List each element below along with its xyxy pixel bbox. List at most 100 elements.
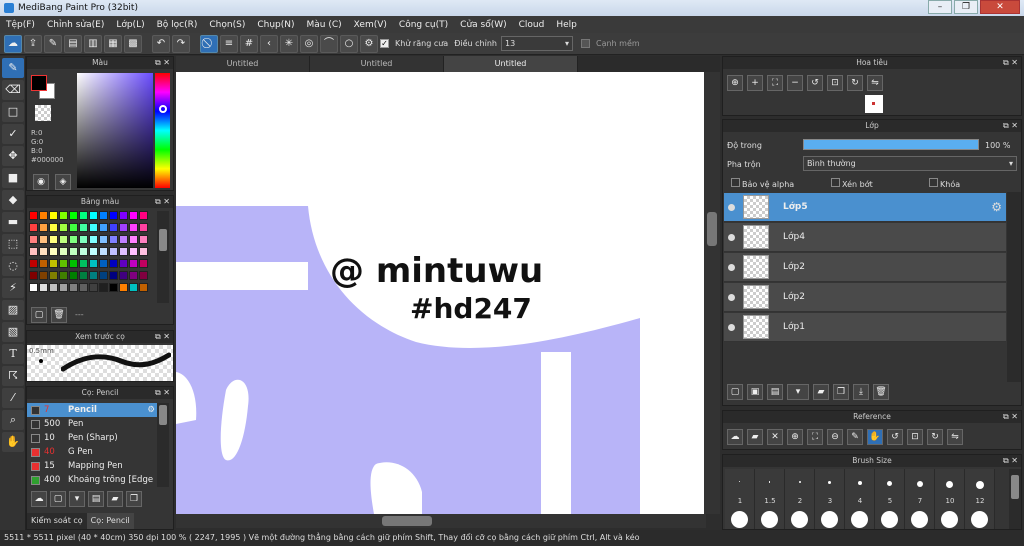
menu-help[interactable]: Help [550, 20, 583, 30]
menu-view[interactable]: Xem(V) [348, 20, 393, 30]
palette-swatch[interactable] [29, 211, 38, 220]
panel-close-icon[interactable]: ⧉ ✕ [155, 57, 170, 69]
palette-swatch[interactable] [89, 247, 98, 256]
visibility-eye-icon[interactable] [728, 263, 735, 271]
duplicate-layer-icon[interactable]: ❐ [833, 384, 849, 400]
protect-alpha-checkbox[interactable] [731, 178, 740, 187]
palette-swatch[interactable] [129, 259, 138, 268]
vertical-scroll-thumb[interactable] [707, 212, 717, 246]
brush-copy-icon[interactable]: ▤ [88, 491, 104, 507]
layer-row[interactable]: Lớp4 [724, 223, 1006, 252]
palette-swatch[interactable] [69, 259, 78, 268]
lock-checkbox[interactable] [929, 178, 938, 187]
brush-item-pen[interactable]: 500 Pen [27, 417, 157, 431]
palette-swatch[interactable] [29, 259, 38, 268]
layer-row[interactable]: Lớp2 [724, 253, 1006, 282]
palette-swatch[interactable] [79, 211, 88, 220]
menu-filter[interactable]: Bộ lọc(R) [151, 20, 204, 30]
palette-swatch[interactable] [39, 235, 48, 244]
palette-swatch[interactable] [129, 283, 138, 292]
chat-icon[interactable]: ▤ [64, 34, 82, 53]
palette-swatch[interactable] [39, 283, 48, 292]
menu-snap[interactable]: Chụp(N) [251, 20, 300, 30]
canvas-horizontal-scrollbar[interactable] [176, 514, 706, 528]
ref-fit-window-icon[interactable]: ⊡ [907, 429, 923, 445]
palette-swatch[interactable] [109, 283, 118, 292]
layer-scrollbar[interactable] [1007, 192, 1021, 382]
adjust-select[interactable]: 13 [500, 36, 573, 51]
palette-swatch[interactable] [79, 223, 88, 232]
grid-icon[interactable]: ▩ [124, 34, 142, 53]
palette-swatch[interactable] [129, 235, 138, 244]
palette-swatch[interactable] [59, 259, 68, 268]
palette-swatch[interactable] [99, 223, 108, 232]
palette-swatch[interactable] [119, 235, 128, 244]
rotate-right-icon[interactable]: ↻ [847, 75, 863, 91]
brush-tool-icon[interactable]: ✎ [2, 58, 24, 78]
layer-row[interactable]: Lớp2 [724, 283, 1006, 312]
palette-swatch[interactable] [109, 235, 118, 244]
brush-folder-icon[interactable]: ▰ [107, 491, 123, 507]
palette-swatch[interactable] [99, 235, 108, 244]
opacity-slider[interactable] [803, 139, 979, 150]
brush-item-pencil[interactable]: 7 Pencil ⚙ [27, 403, 157, 417]
select-eraser-icon[interactable]: ▧ [2, 322, 24, 342]
palette-swatch[interactable] [139, 259, 148, 268]
minimize-button[interactable]: – [928, 0, 952, 14]
flip-icon[interactable]: ⇋ [867, 75, 883, 91]
palette-swatch[interactable] [129, 271, 138, 280]
rotate-left-icon[interactable]: ↺ [807, 75, 823, 91]
brush-item-g-pen[interactable]: 40 G Pen [27, 445, 157, 459]
palette-swatch[interactable] [129, 223, 138, 232]
palette-swatch[interactable] [29, 223, 38, 232]
zoom-fit-icon[interactable]: ⊕ [727, 75, 743, 91]
ref-rotate-left-icon[interactable]: ↺ [887, 429, 903, 445]
palette-swatch[interactable] [119, 259, 128, 268]
palette-swatch[interactable] [109, 247, 118, 256]
palette-swatch[interactable] [139, 235, 148, 244]
menu-select[interactable]: Chọn(S) [203, 20, 251, 30]
lasso-tool-icon[interactable]: ◌ [2, 256, 24, 276]
document-icon[interactable]: ▥ [84, 34, 102, 53]
brush-size-cell[interactable]: 1 [725, 469, 755, 529]
tab-brush-control[interactable]: Kiểm soát cọ [27, 513, 87, 529]
hand-tool-icon[interactable]: ✋ [2, 432, 24, 452]
brush-new-icon[interactable]: ▢ [50, 491, 66, 507]
palette-swatch[interactable] [59, 283, 68, 292]
palette-swatch[interactable] [119, 223, 128, 232]
palette-swatch[interactable] [79, 247, 88, 256]
gradient-tool-icon[interactable]: ▬ [2, 212, 24, 232]
palette-scrollbar[interactable] [157, 211, 169, 303]
palette-swatch[interactable] [39, 247, 48, 256]
palette-swatch[interactable] [139, 283, 148, 292]
maximize-button[interactable]: ❐ [954, 0, 978, 14]
brush-size-cell[interactable]: 5 [875, 469, 905, 529]
palette-swatch[interactable] [89, 211, 98, 220]
palette-swatch[interactable] [89, 223, 98, 232]
new-halftone-layer-icon[interactable]: ▣ [747, 384, 763, 400]
gear-icon[interactable]: ⚙ [147, 405, 155, 415]
add-layer-menu-icon[interactable]: ▾ [787, 384, 809, 400]
palette-swatch[interactable] [79, 235, 88, 244]
move-tool-icon[interactable]: ✥ [2, 146, 24, 166]
palette-swatch[interactable] [99, 247, 108, 256]
panel-close-icon[interactable]: ⧉ ✕ [1003, 411, 1018, 423]
brush-item-edge[interactable]: 400 Khoảng trống [Edge [27, 473, 157, 487]
saturation-value-picker[interactable] [77, 73, 153, 188]
brush-size-cell[interactable]: 12 [965, 469, 995, 529]
transparent-color[interactable] [35, 105, 51, 121]
canvas-area[interactable]: @ mintuwu #hd247 [176, 72, 720, 514]
ref-rotate-right-icon[interactable]: ↻ [927, 429, 943, 445]
palette-swatch[interactable] [49, 235, 58, 244]
palette-swatch[interactable] [109, 223, 118, 232]
undo-icon[interactable]: ↶ [152, 34, 170, 53]
zoom-in-icon[interactable]: + [747, 75, 763, 91]
eraser-tool-icon[interactable]: ⌫ [2, 80, 24, 100]
snap-off-icon[interactable]: ⃠ [200, 34, 218, 53]
panel-close-icon[interactable]: ⧉ ✕ [1003, 57, 1018, 69]
ref-zoom-out-icon[interactable]: ⊖ [827, 429, 843, 445]
new-layer-icon[interactable]: ▢ [727, 384, 743, 400]
tab-brush-pencil[interactable]: Cọ: Pencil [86, 513, 134, 529]
brush-size-cell[interactable]: 2 [785, 469, 815, 529]
antialias-checkbox[interactable]: ✓ [380, 39, 389, 48]
